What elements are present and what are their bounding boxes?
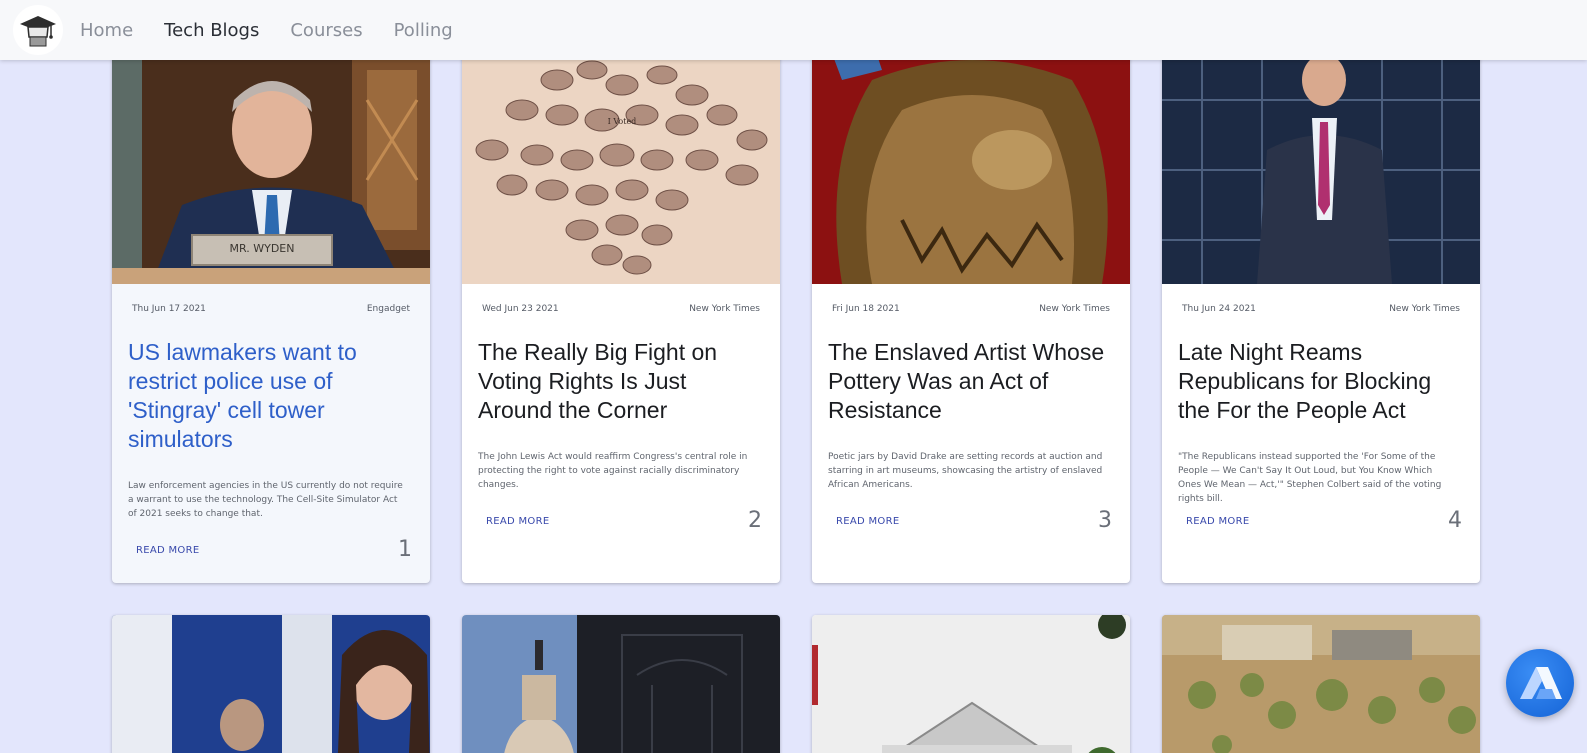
card-date: Wed Jun 23 2021 xyxy=(482,304,559,314)
card-title[interactable]: The Enslaved Artist Whose Pottery Was an… xyxy=(828,338,1112,425)
graduation-cap-icon xyxy=(20,16,56,47)
card-image-press-briefing xyxy=(112,615,430,753)
card-meta: Thu Jun 24 2021 New York Times xyxy=(1182,304,1460,314)
blog-card-6[interactable] xyxy=(462,615,780,753)
nav-tech-blogs[interactable]: Tech Blogs xyxy=(164,20,259,41)
nav-courses[interactable]: Courses xyxy=(290,20,362,41)
logo[interactable] xyxy=(13,5,63,55)
blog-card-3[interactable]: Fri Jun 18 2021 New York Times The Ensla… xyxy=(812,40,1130,583)
nav-home[interactable]: Home xyxy=(80,20,133,41)
card-description: Law enforcement agencies in the US curre… xyxy=(128,481,403,519)
card-meta: Wed Jun 23 2021 New York Times xyxy=(482,304,760,314)
nameplate-text: MR. WYDEN xyxy=(230,242,295,255)
card-date: Thu Jun 17 2021 xyxy=(132,304,206,314)
blog-card-8[interactable] xyxy=(1162,615,1480,753)
card-image-capitol-dome xyxy=(462,615,780,753)
card-image-late-night-host xyxy=(1162,40,1480,284)
svg-text:I Voted: I Voted xyxy=(608,117,637,126)
card-source: New York Times xyxy=(1039,304,1110,314)
card-image-supreme-court xyxy=(812,615,1130,753)
card-description: "The Republicans instead supported the '… xyxy=(1178,452,1442,504)
blog-card-7[interactable] xyxy=(812,615,1130,753)
blog-card-5[interactable] xyxy=(112,615,430,753)
card-image-desert-yard xyxy=(1162,615,1480,753)
nav-polling[interactable]: Polling xyxy=(394,20,453,41)
card-date: Fri Jun 18 2021 xyxy=(832,304,900,314)
svg-text:MR. WYDEN: MR. WYDEN xyxy=(230,242,295,255)
read-more-button[interactable]: READ MORE xyxy=(136,545,199,556)
card-source: Engadget xyxy=(366,304,410,314)
card-meta: Fri Jun 18 2021 New York Times xyxy=(832,304,1110,314)
card-number: 1 xyxy=(398,537,412,562)
card-title[interactable]: The Really Big Fight on Voting Rights Is… xyxy=(478,338,762,425)
card-source: New York Times xyxy=(1389,304,1460,314)
blog-card-2[interactable]: I Voted Wed Jun 23 2021 New York Times T… xyxy=(462,40,780,583)
card-title[interactable]: US lawmakers want to restrict police use… xyxy=(128,338,412,454)
floating-action-button[interactable] xyxy=(1506,649,1574,717)
read-more-button[interactable]: READ MORE xyxy=(1186,516,1249,527)
card-number: 4 xyxy=(1448,508,1462,533)
nav-links: Home Tech Blogs Courses Polling xyxy=(80,20,484,41)
card-image-pottery xyxy=(812,40,1130,284)
blog-card-1[interactable]: MR. WYDEN Thu Jun 17 2021 Engadget US la… xyxy=(112,40,430,583)
card-meta: Thu Jun 17 2021 Engadget xyxy=(132,304,410,314)
card-source: New York Times xyxy=(689,304,760,314)
read-more-button[interactable]: READ MORE xyxy=(486,516,549,527)
card-date: Thu Jun 24 2021 xyxy=(1182,304,1256,314)
app-logo-icon xyxy=(1520,667,1562,699)
sticker-label: I Voted xyxy=(608,117,637,126)
card-description: The John Lewis Act would reaffirm Congre… xyxy=(478,452,748,490)
card-description: Poetic jars by David Drake are setting r… xyxy=(828,452,1103,490)
read-more-button[interactable]: READ MORE xyxy=(836,516,899,527)
top-navbar: Home Tech Blogs Courses Polling xyxy=(0,0,1587,60)
card-number: 2 xyxy=(748,508,762,533)
blog-card-4[interactable]: Thu Jun 24 2021 New York Times Late Nigh… xyxy=(1162,40,1480,583)
card-number: 3 xyxy=(1098,508,1112,533)
card-title[interactable]: Late Night Reams Republicans for Blockin… xyxy=(1178,338,1462,425)
card-image-voted-stickers xyxy=(462,40,780,284)
